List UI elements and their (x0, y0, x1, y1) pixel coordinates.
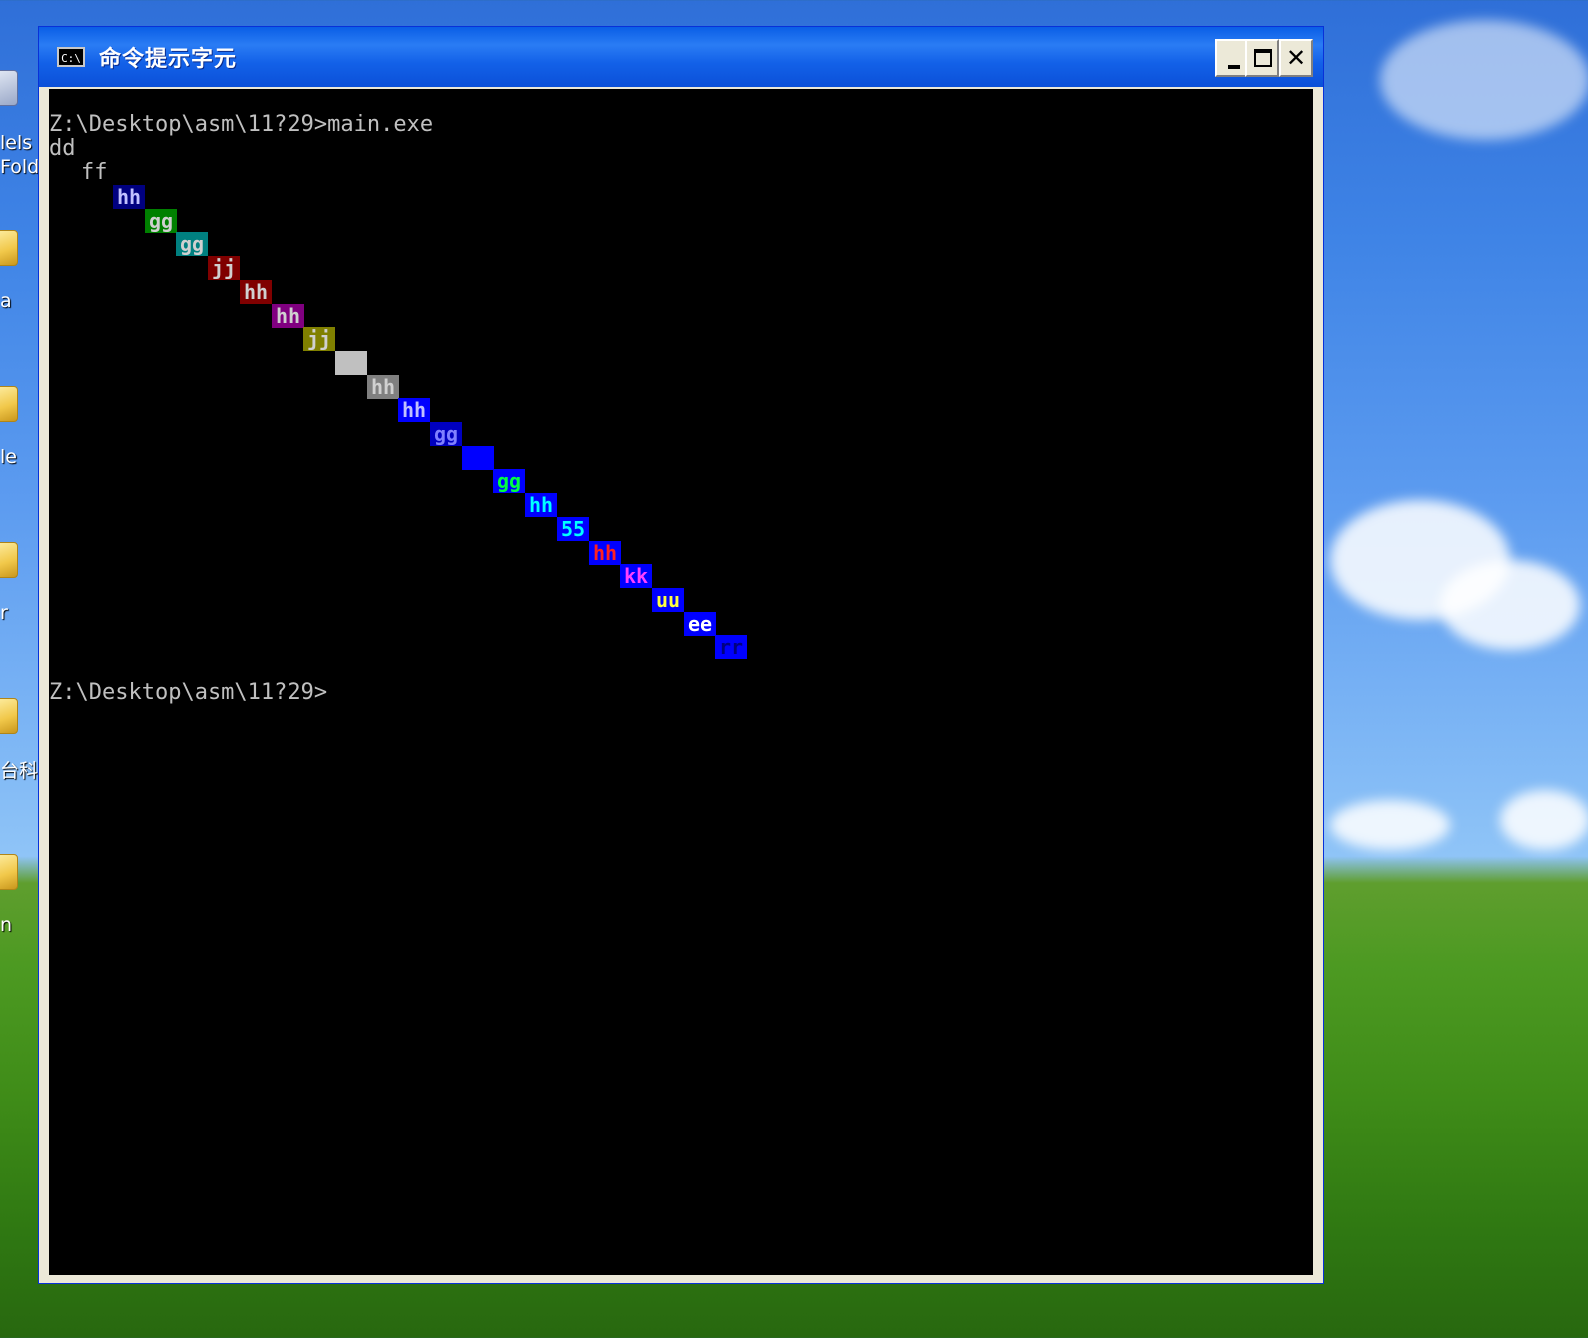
console-icon[interactable]: C:\ (57, 47, 85, 67)
colored-cell: hh (272, 304, 304, 328)
colored-cell (462, 446, 494, 470)
colored-cell: ee (684, 612, 716, 636)
colored-cell: kk (620, 564, 652, 588)
folder-icon[interactable] (0, 854, 18, 890)
console-command-line: Z:\Desktop\asm\11?29>main.exe (49, 112, 434, 137)
close-icon: ✕ (1285, 44, 1307, 72)
window-title: 命令提示字元 (99, 47, 238, 72)
maximize-icon (1254, 49, 1272, 67)
colored-cell: hh (589, 541, 621, 565)
colored-cell: gg (493, 469, 525, 493)
cloud (1380, 20, 1588, 140)
desktop-label: n (0, 914, 13, 936)
console-output[interactable]: Z:\Desktop\asm\11?29>main.exe dd ff hh gg… (49, 89, 1313, 1275)
colored-cell: hh (240, 280, 272, 304)
minimize-button[interactable] (1215, 39, 1249, 77)
colored-cell: 55 (557, 517, 589, 541)
desktop-label: Folde (0, 156, 38, 178)
folder-icon[interactable] (0, 230, 18, 266)
command-prompt-window[interactable]: C:\ 命令提示字元 ✕ Z:\Desktop\asm\11?29>main.e… (38, 26, 1324, 1284)
colored-cell: hh (398, 398, 430, 422)
desktop-computer-icon[interactable] (0, 70, 18, 106)
title-bar[interactable]: C:\ 命令提示字元 ✕ (39, 27, 1323, 87)
cloud (1440, 560, 1580, 650)
minimize-icon (1228, 65, 1240, 69)
colored-cell: hh (367, 375, 399, 399)
colored-cell: jj (303, 327, 335, 351)
desktop-label: 台科 (0, 760, 38, 782)
console-line-dd: dd (49, 136, 76, 161)
colored-cell: hh (525, 493, 557, 517)
cloud (1330, 800, 1450, 850)
folder-icon[interactable] (0, 386, 18, 422)
colored-cell: uu (652, 588, 684, 612)
close-button[interactable]: ✕ (1279, 39, 1313, 77)
folder-icon[interactable] (0, 698, 18, 734)
desktop-label: r (0, 602, 8, 624)
folder-icon[interactable] (0, 542, 18, 578)
colored-cell: rr (715, 635, 747, 659)
cloud (1500, 790, 1588, 850)
colored-cell: gg (145, 209, 177, 233)
colored-cell: hh (113, 185, 145, 209)
maximize-button[interactable] (1245, 39, 1279, 77)
colored-cell: gg (176, 232, 208, 256)
desktop-label: lels (0, 132, 33, 154)
console-line-ff: ff (81, 160, 108, 185)
desktop-label: a (0, 290, 12, 312)
colored-cell (335, 351, 367, 375)
colored-cell: gg (430, 422, 462, 446)
colored-cell: jj (208, 256, 240, 280)
desktop-label: le (0, 446, 17, 468)
console-prompt: Z:\Desktop\asm\11?29> (49, 680, 328, 705)
